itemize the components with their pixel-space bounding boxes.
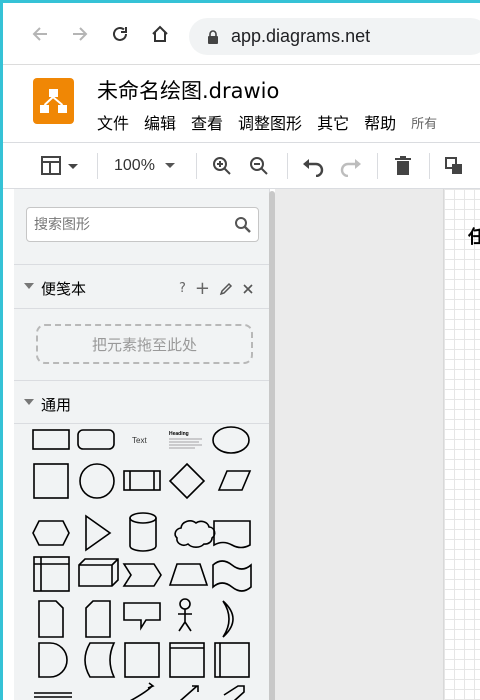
help-button[interactable]: ? [179, 281, 186, 296]
data-storage-shape [84, 642, 116, 678]
cube-shape [78, 558, 119, 587]
address-bar[interactable]: app.diagrams.net [189, 18, 480, 55]
zoom-dropdown[interactable]: 100% [114, 154, 179, 178]
browser-toolbar: app.diagrams.net [3, 3, 480, 65]
diagram-canvas[interactable]: 任 [275, 189, 480, 700]
menu-bar: 文件 编辑 查看 调整图形 其它 帮助 所有 [97, 110, 452, 134]
bidirectional-arrow-shape [179, 685, 199, 700]
back-icon[interactable] [29, 23, 51, 45]
search-input[interactable] [34, 214, 224, 236]
to-front-icon[interactable] [444, 154, 468, 178]
reload-icon[interactable] [109, 23, 131, 45]
document-title[interactable]: 未命名绘图.drawio [97, 75, 279, 105]
container-shape [124, 642, 160, 678]
delay-shape [38, 642, 68, 678]
general-header[interactable]: 通用 [14, 383, 269, 423]
drawio-logo [33, 78, 74, 124]
menu-arrange[interactable]: 调整图形 [238, 110, 302, 134]
triangle-shape [85, 514, 112, 552]
cloud-shape [174, 520, 216, 548]
step-shape [122, 563, 162, 587]
ellipse-shape [212, 426, 250, 454]
diagram-page[interactable] [443, 189, 480, 700]
card-shape [85, 600, 111, 638]
callout-shape [123, 602, 161, 631]
shape-search[interactable] [26, 207, 259, 242]
rectangle-shape [32, 429, 70, 450]
toolbar: 100% [3, 143, 480, 189]
text-shape: Text [132, 436, 147, 445]
tape-shape [212, 560, 252, 592]
rounded-rectangle-shape [77, 429, 115, 450]
heading-shape: Heading [169, 431, 189, 437]
redo-icon[interactable] [339, 154, 363, 178]
general-shapes-palette: Text Heading [32, 426, 252, 700]
undo-icon[interactable] [301, 154, 325, 178]
trapezoid-shape [168, 563, 209, 586]
add-button[interactable]: + [195, 278, 210, 299]
url-text: app.diagrams.net [231, 26, 371, 46]
menu-help[interactable]: 帮助 [364, 110, 396, 134]
forward-icon[interactable] [69, 23, 91, 45]
diamond-shape [168, 462, 206, 500]
app-header: 未命名绘图.drawio 文件 编辑 查看 调整图形 其它 帮助 所有 [3, 65, 480, 143]
parallelogram-shape [217, 470, 252, 491]
zoom-out-icon[interactable] [248, 154, 270, 178]
arrow-shape [223, 685, 245, 700]
scratchpad-header[interactable]: 便笺本 ? + [14, 267, 269, 307]
menu-file[interactable]: 文件 [97, 110, 129, 134]
edit-icon[interactable] [219, 282, 233, 296]
home-icon[interactable] [149, 23, 171, 45]
scratchpad-drop-zone[interactable]: 把元素拖至此处 [36, 324, 253, 364]
menu-edit[interactable]: 编辑 [144, 110, 176, 134]
collapse-arrow-icon[interactable] [24, 399, 34, 405]
search-icon[interactable] [234, 216, 252, 238]
page-text[interactable]: 任 [468, 223, 480, 249]
actor-shape [179, 598, 191, 610]
lock-icon [207, 29, 219, 48]
hexagon-shape [32, 520, 70, 546]
delete-icon[interactable] [392, 154, 414, 178]
note-shape [38, 600, 64, 638]
document-shape [213, 520, 251, 549]
collapse-arrow-icon[interactable] [24, 283, 34, 289]
circle-shape [79, 463, 115, 499]
scratchpad-title: 便笺本 [41, 280, 87, 298]
internal-storage-shape [33, 556, 70, 592]
all-changes-saved-label: 所有 [411, 117, 438, 132]
zoom-in-icon[interactable] [211, 154, 233, 178]
menu-extras[interactable]: 其它 [317, 110, 349, 134]
app-window: app.diagrams.net 未命名绘图.drawio 文件 编辑 查看 调… [3, 3, 480, 700]
or-shape [222, 600, 234, 638]
general-title: 通用 [41, 396, 72, 414]
square-shape [33, 463, 69, 499]
view-panels-button[interactable] [41, 154, 83, 178]
zoom-level: 100% [114, 157, 155, 174]
menu-view[interactable]: 查看 [191, 110, 223, 134]
close-icon[interactable] [242, 283, 254, 295]
chevron-down-icon [164, 163, 175, 168]
shapes-sidebar: 便笺本 ? + 把元素拖至此处 通用 [14, 189, 270, 700]
